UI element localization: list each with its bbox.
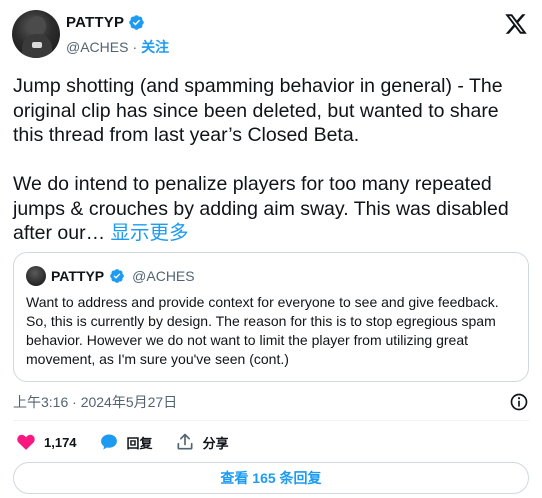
share-label: 分享: [202, 435, 229, 451]
heart-icon: [17, 434, 35, 450]
author-display-name[interactable]: PATTYP: [66, 14, 124, 31]
verified-badge-icon: [110, 269, 124, 283]
quoted-tweet-header: PATTYP @ACHES: [26, 265, 516, 287]
author-name-row: PATTYP: [66, 14, 145, 31]
timestamp[interactable]: 上午3:16 · 2024年5月27日: [13, 392, 177, 412]
quoted-handle: @ACHES: [132, 268, 195, 284]
tweet-meta: 上午3:16 · 2024年5月27日: [13, 392, 529, 412]
view-replies-button[interactable]: 查看 165 条回复: [13, 462, 529, 494]
follow-button[interactable]: 关注: [141, 37, 169, 57]
verified-badge-icon: [129, 15, 144, 30]
show-more-link[interactable]: 显示更多: [111, 222, 189, 244]
tweet-body: Jump shotting (and spamming behavior in …: [13, 75, 509, 244]
share-icon: [177, 433, 193, 450]
quoted-text: Want to address and provide context for …: [26, 294, 499, 367]
divider: [13, 420, 529, 421]
reply-bubble-icon: [100, 434, 117, 450]
x-logo-icon[interactable]: [504, 12, 528, 36]
avatar[interactable]: [12, 10, 60, 58]
quoted-avatar: [26, 266, 46, 286]
action-bar: 1,174 回复 分享: [16, 430, 229, 454]
quoted-display-name: PATTYP: [51, 268, 105, 284]
tweet-header: PATTYP @ACHES · 关注: [12, 10, 530, 60]
info-icon[interactable]: [509, 392, 529, 412]
author-handle-row: @ACHES · 关注: [66, 37, 169, 57]
separator-dot: ·: [132, 39, 138, 55]
like-button[interactable]: 1,174: [16, 432, 77, 452]
view-replies-label: 查看 165 条回复: [220, 470, 322, 486]
share-button[interactable]: 分享: [175, 432, 229, 452]
quoted-tweet[interactable]: PATTYP @ACHES Want to address and provid…: [13, 252, 529, 382]
author-handle[interactable]: @ACHES: [66, 39, 128, 55]
like-count: 1,174: [44, 434, 77, 450]
reply-label: 回复: [126, 435, 153, 451]
tweet-text: Jump shotting (and spamming behavior in …: [13, 74, 529, 246]
reply-button[interactable]: 回复: [99, 432, 153, 452]
